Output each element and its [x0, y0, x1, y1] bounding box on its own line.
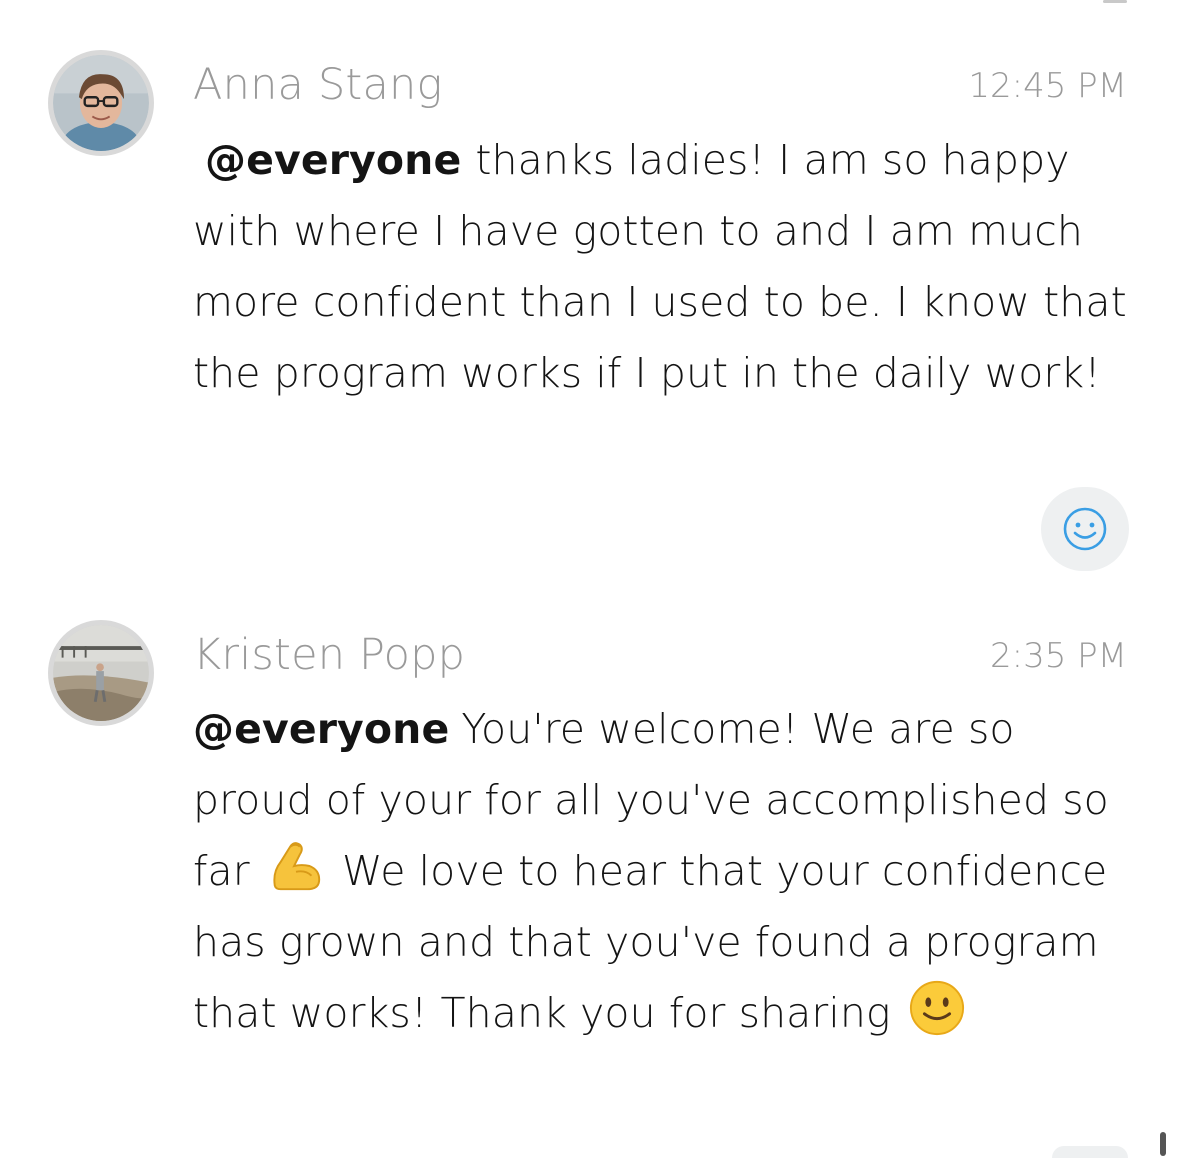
- message-author[interactable]: Kristen Popp: [193, 630, 465, 680]
- flexed-biceps-emoji: [267, 837, 325, 895]
- add-reaction-button[interactable]: [1041, 487, 1129, 571]
- mention-everyone[interactable]: @everyone: [205, 136, 461, 184]
- avatar-photo-beach: [53, 625, 149, 721]
- message-body: @everyone You're welcome! We are so proud…: [193, 694, 1143, 1049]
- avatar[interactable]: [48, 620, 154, 726]
- add-reaction-button[interactable]: [1052, 1146, 1128, 1158]
- avatar[interactable]: [48, 50, 154, 156]
- message-body: @everyone thanks ladies! I am so happy wi…: [193, 125, 1143, 409]
- slightly-smiling-face-emoji: [908, 979, 966, 1037]
- mention-everyone[interactable]: @everyone: [193, 705, 449, 753]
- message-timestamp: 12:45 PM: [968, 66, 1127, 106]
- message-author[interactable]: Anna Stang: [193, 60, 443, 110]
- scrollbar[interactable]: [1160, 1132, 1166, 1156]
- avatar-photo-woman-glasses: [53, 55, 149, 151]
- scroll-top-edge: [1103, 0, 1127, 3]
- smiley-reaction-icon: [1063, 507, 1107, 551]
- message-timestamp: 2:35 PM: [990, 636, 1127, 676]
- message-text: We love to hear that your confidence has…: [193, 847, 1108, 1037]
